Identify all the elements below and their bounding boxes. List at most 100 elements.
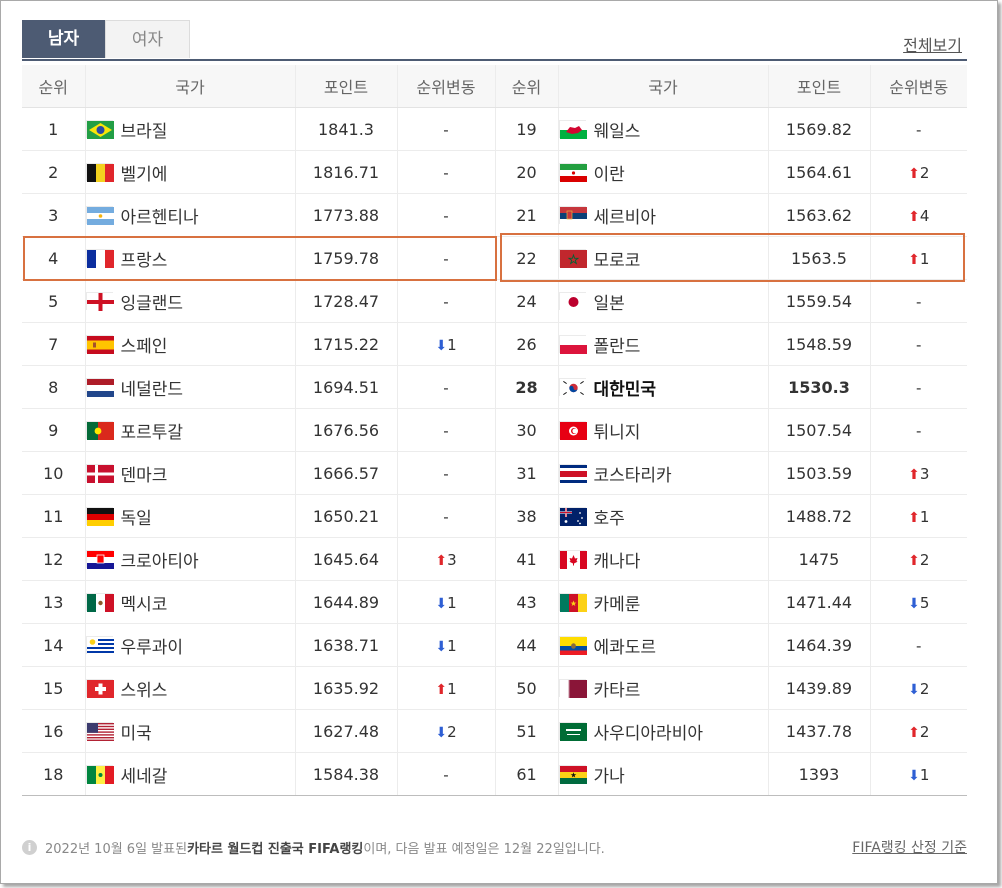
switzerland-flag-icon xyxy=(85,679,114,698)
rank-change-cell: - xyxy=(397,451,496,495)
rank-change-value: - xyxy=(916,120,922,139)
arrow-down-icon: ⬇ xyxy=(435,638,448,655)
rank-change-value: 1 xyxy=(447,335,457,354)
tab-men[interactable]: 남자 xyxy=(22,20,105,58)
country-cell: 대한민국 xyxy=(558,365,769,409)
rank-cell: 8 xyxy=(22,365,86,409)
country-cell: 포르투갈 xyxy=(85,408,296,452)
country-cell: 멕시코 xyxy=(85,580,296,624)
country-name: 가나 xyxy=(593,766,625,787)
table-row: 15 스위스 1635.92 ⬆1 50 카타르 1439.89 ⬇2 xyxy=(22,666,967,710)
country-name: 아르헨티나 xyxy=(120,207,199,228)
country-cell: 세네갈 xyxy=(85,752,296,796)
arrow-up-icon: ⬆ xyxy=(435,552,448,569)
tab-women[interactable]: 여자 xyxy=(105,20,190,58)
rank-cell: 13 xyxy=(22,580,86,624)
points-cell: 1563.62 xyxy=(768,193,871,237)
country-info: 대한민국 xyxy=(558,375,768,400)
arrow-down-icon: ⬇ xyxy=(908,681,920,698)
country-cell: 가나 xyxy=(558,752,769,796)
points-cell: 1666.57 xyxy=(295,451,398,495)
header-points-right: 포인트 xyxy=(768,65,871,108)
points-cell: 1503.59 xyxy=(768,451,871,495)
country-info: 코스타리카 xyxy=(558,461,768,486)
table-row: 1 브라질 1841.3 - 19 웨일스 1569.82 - xyxy=(22,107,967,151)
country-info: 캐나다 xyxy=(558,547,768,572)
country-cell: 잉글랜드 xyxy=(85,279,296,323)
view-all-link[interactable]: 전체보기 xyxy=(903,32,962,56)
senegal-flag-icon xyxy=(85,765,114,784)
arrow-up-icon: ⬆ xyxy=(908,208,920,225)
table-row: 3 아르헨티나 1773.88-21 세르비아 1563.62 ⬆4 xyxy=(22,193,967,237)
country-cell: 덴마크 xyxy=(85,451,296,495)
country-cell: 우루과이 xyxy=(85,623,296,667)
country-info: 사우디아라비아 xyxy=(558,719,768,744)
uruguay-flag-icon xyxy=(85,636,114,655)
table-row: 9 포르투갈 1676.56 - 30 튀니지 1507.54 - xyxy=(22,408,967,452)
rank-change-cell: - xyxy=(870,365,967,409)
country-name: 코스타리카 xyxy=(593,465,672,486)
netherlands-flag-icon xyxy=(85,378,114,397)
table-row: 11 독일 1650.21-38 호주 1488.72 ⬆1 xyxy=(22,494,967,538)
rank-change-cell: ⬇2 xyxy=(870,666,967,710)
country-info: 독일 xyxy=(85,504,295,529)
table-row: 8 네덜란드 1694.51 - 28 대한민국 1530.3 - xyxy=(22,365,967,409)
rank-change-cell: ⬆3 xyxy=(397,537,496,581)
cameroon-flag-icon xyxy=(558,593,587,612)
points-cell: 1563.5 xyxy=(768,236,871,280)
rank-change-cell: ⬆1 xyxy=(870,236,967,280)
morocco-flag-icon xyxy=(558,249,587,268)
rank-cell: 30 xyxy=(495,408,559,452)
france-flag-icon xyxy=(85,249,114,268)
arrow-up-icon: ⬆ xyxy=(908,509,920,526)
table-row: 5 잉글랜드 1728.47 - 24 일본 1559.54 - xyxy=(22,279,967,323)
points-cell: 1559.54 xyxy=(768,279,871,323)
arrow-down-icon: ⬇ xyxy=(908,595,920,612)
country-info: 가나 xyxy=(558,762,768,787)
fifa-criteria-link[interactable]: FIFA랭킹 산정 기준 xyxy=(852,837,967,857)
country-name: 멕시코 xyxy=(120,594,168,615)
rank-change-value: 2 xyxy=(919,679,930,698)
rank-cell: 44 xyxy=(495,623,559,667)
rank-change-value: 1 xyxy=(447,679,457,698)
country-name: 카타르 xyxy=(593,680,641,701)
rank-cell: 51 xyxy=(495,709,559,753)
poland-flag-icon xyxy=(558,335,587,354)
country-info: 멕시코 xyxy=(85,590,295,615)
rank-cell: 24 xyxy=(495,279,559,323)
points-cell: 1393 xyxy=(768,752,871,796)
table-row: 14 우루과이 1638.71 ⬇1 44 에콰도르 1464.39- xyxy=(22,623,967,667)
country-info: 세르비아 xyxy=(558,203,768,228)
country-cell: 카메룬 xyxy=(558,580,769,624)
ghana-flag-icon xyxy=(558,765,587,784)
rank-change-value: 2 xyxy=(919,550,930,569)
rank-change-cell: ⬆4 xyxy=(870,193,967,237)
points-cell: 1759.78 xyxy=(295,236,398,280)
arrow-up-icon: ⬆ xyxy=(908,251,920,268)
points-cell: 1645.64 xyxy=(295,537,398,581)
table-row: 2 벨기에 1816.71-20 이란 1564.61 ⬆2 xyxy=(22,150,967,194)
points-cell: 1488.72 xyxy=(768,494,871,538)
rank-cell: 31 xyxy=(495,451,559,495)
belgium-flag-icon xyxy=(85,163,114,182)
rank-change-cell: - xyxy=(397,193,496,237)
rank-change-value: - xyxy=(443,206,449,225)
japan-flag-icon xyxy=(558,292,587,311)
country-name: 우루과이 xyxy=(120,637,184,658)
country-name: 크로아티아 xyxy=(120,551,199,572)
points-cell: 1676.56 xyxy=(295,408,398,452)
country-cell: 호주 xyxy=(558,494,769,538)
rank-change-value: - xyxy=(916,335,922,354)
points-cell: 1569.82 xyxy=(768,107,871,151)
country-name: 스페인 xyxy=(120,336,168,357)
country-name: 프랑스 xyxy=(120,250,168,271)
country-info: 튀니지 xyxy=(558,418,768,443)
rank-cell: 3 xyxy=(22,193,86,237)
rank-change-cell: ⬇1 xyxy=(397,580,496,624)
country-cell: 에콰도르 xyxy=(558,623,769,667)
country-info: 아르헨티나 xyxy=(85,203,295,228)
rank-change-cell: - xyxy=(397,408,496,452)
points-cell: 1584.38 xyxy=(295,752,398,796)
country-info: 세네갈 xyxy=(85,762,295,787)
country-info: 프랑스 xyxy=(85,246,295,271)
